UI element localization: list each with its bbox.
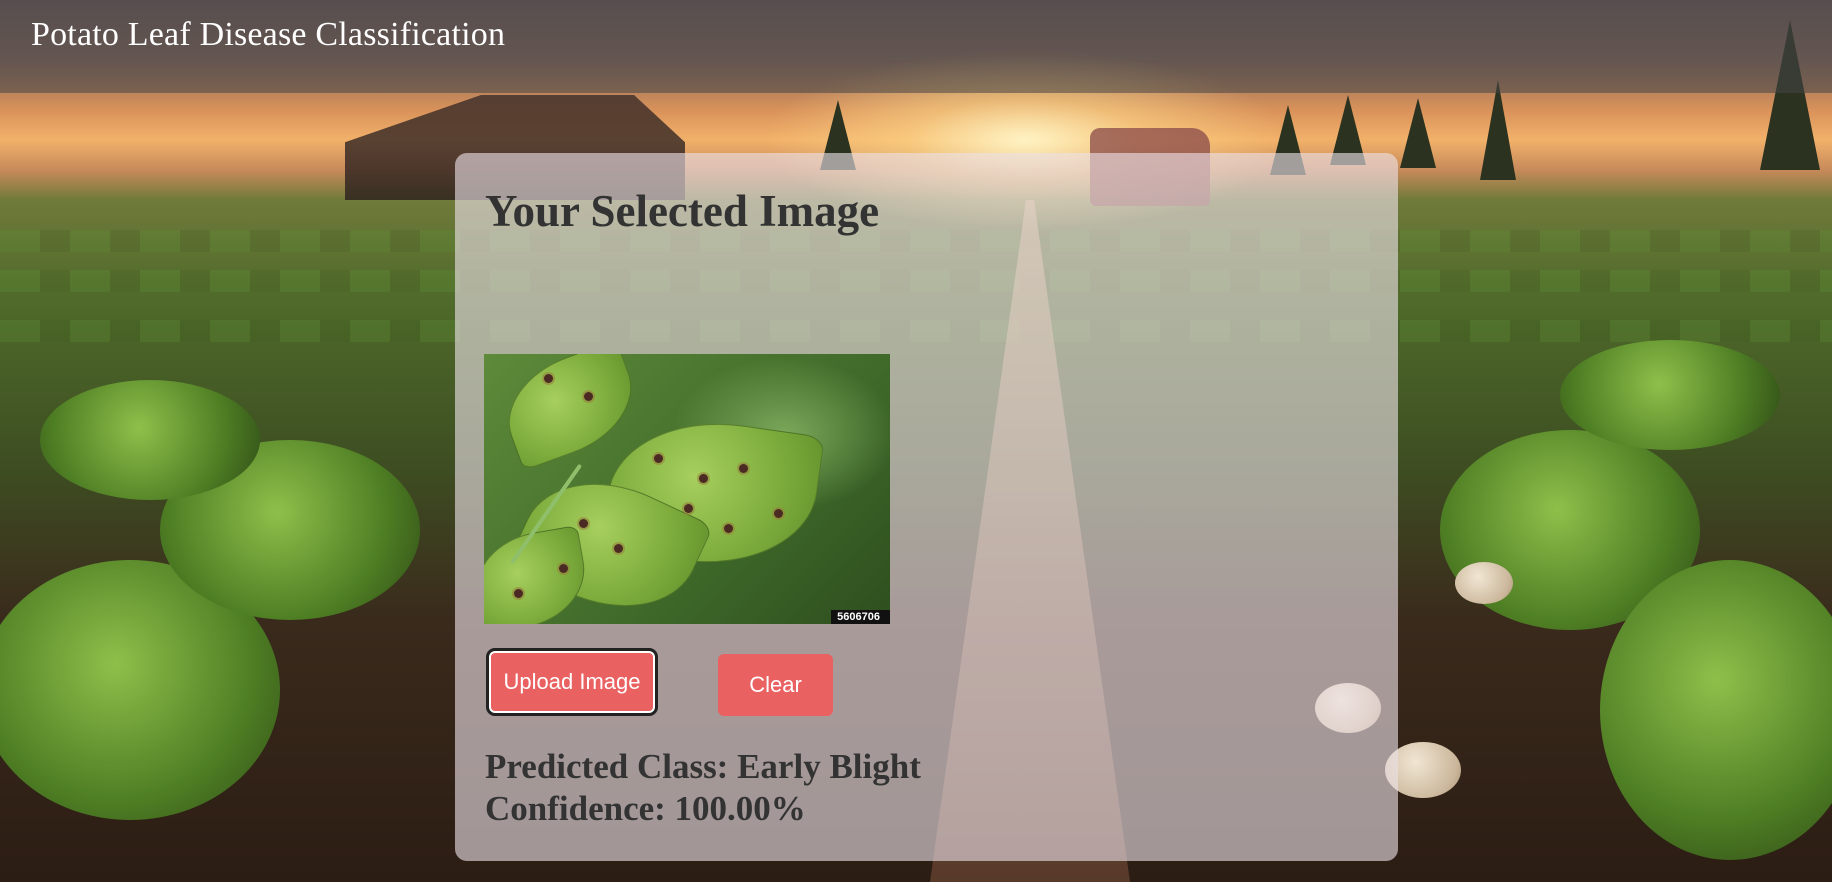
disease-spot	[739, 464, 748, 473]
disease-spot	[544, 374, 553, 383]
clear-button[interactable]: Clear	[718, 654, 833, 716]
selected-image-preview: 5606706	[484, 354, 890, 624]
app-title: Potato Leaf Disease Classification	[31, 16, 506, 53]
disease-spot	[614, 544, 623, 553]
potato-plant	[40, 380, 260, 500]
leaf-shape	[492, 354, 648, 471]
disease-spot	[699, 474, 708, 483]
disease-spot	[584, 392, 593, 401]
potato-shape	[1455, 562, 1513, 604]
confidence-text: Confidence: 100.00%	[485, 789, 806, 828]
upload-image-button[interactable]: Upload Image	[486, 648, 658, 716]
app-header: Potato Leaf Disease Classification	[0, 0, 1832, 93]
disease-spot	[684, 504, 693, 513]
prediction-card: Your Selected Image 5606706 Upload Image…	[455, 153, 1398, 861]
potato-plant	[1560, 340, 1780, 450]
tree-shape	[1400, 98, 1436, 168]
disease-spot	[514, 589, 523, 598]
disease-spot	[724, 524, 733, 533]
disease-spot	[559, 564, 568, 573]
tree-shape	[1480, 80, 1516, 180]
disease-spot	[579, 519, 588, 528]
predicted-class-text: Predicted Class: Early Blight	[485, 747, 921, 786]
disease-spot	[774, 509, 783, 518]
image-id-label: 5606706	[831, 610, 890, 624]
disease-spot	[654, 454, 663, 463]
card-title: Your Selected Image	[485, 186, 880, 236]
leaf-shape	[484, 524, 594, 624]
